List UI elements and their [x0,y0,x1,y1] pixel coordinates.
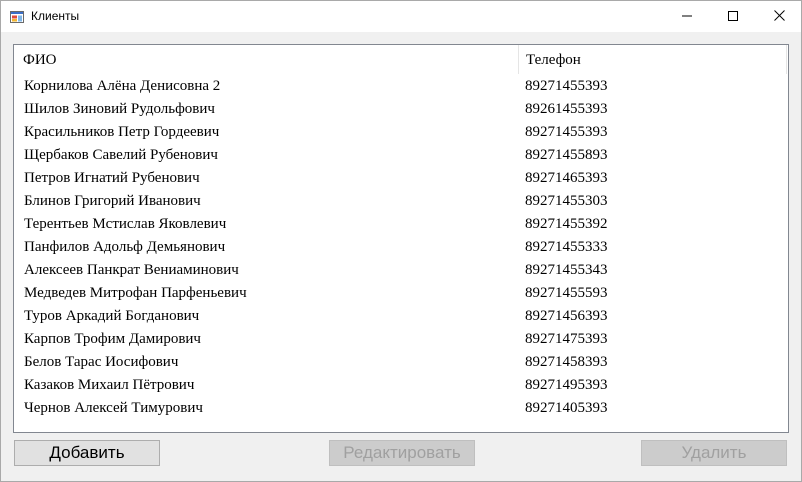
delete-button[interactable]: Удалить [641,440,787,466]
cell-name[interactable]: Шилов Зиновий Рудольфович [24,97,215,120]
cell-name[interactable]: Алексеев Панкрат Вениаминович [24,258,239,281]
cell-phone[interactable]: 89271475393 [525,327,608,350]
cell-phone[interactable]: 89271455893 [525,143,608,166]
cell-phone[interactable]: 89261455393 [525,97,608,120]
cell-name[interactable]: Корнилова Алёна Денисовна 2 [24,74,220,97]
close-icon [773,8,785,26]
add-button[interactable]: Добавить [14,440,160,466]
cell-phone[interactable]: 89271455333 [525,235,608,258]
cell-name[interactable]: Чернов Алексей Тимурович [24,396,203,419]
minimize-icon [682,8,692,26]
table-row[interactable]: Медведев Митрофан Парфеньевич 89271455593 [14,281,788,304]
table-row[interactable]: Терентьев Мстислав Яковлевич 89271455392 [14,212,788,235]
maximize-icon [728,8,738,26]
cell-phone[interactable]: 89271455393 [525,74,608,97]
cell-name[interactable]: Медведев Митрофан Парфеньевич [24,281,247,304]
cell-phone[interactable]: 89271455343 [525,258,608,281]
cell-name[interactable]: Терентьев Мстислав Яковлевич [24,212,226,235]
cell-name[interactable]: Панфилов Адольф Демьянович [24,235,225,258]
cell-name[interactable]: Щербаков Савелий Рубенович [24,143,218,166]
column-header-name[interactable]: ФИО [14,45,519,74]
clients-grid[interactable]: ФИО Телефон Корнилова Алёна Денисовна 2 8… [13,44,789,433]
table-row[interactable]: Чернов Алексей Тимурович 89271405393 [14,396,788,419]
table-row[interactable]: Красильников Петр Гордеевич 89271455393 [14,120,788,143]
clients-window: Клиенты ФИО Телефон Корнилова Алёна Дени… [0,0,802,482]
close-button[interactable] [756,1,802,32]
cell-name[interactable]: Карпов Трофим Дамирович [24,327,201,350]
cell-phone[interactable]: 89271456393 [525,304,608,327]
table-row[interactable]: Петров Игнатий Рубенович 89271465393 [14,166,788,189]
cell-phone[interactable]: 89271455393 [525,120,608,143]
column-header-phone[interactable]: Телефон [519,45,787,74]
windows-form-icon [10,9,24,23]
cell-phone[interactable]: 89271465393 [525,166,608,189]
cell-name[interactable]: Блинов Григорий Иванович [24,189,201,212]
table-row[interactable]: Панфилов Адольф Демьянович 89271455333 [14,235,788,258]
cell-name[interactable]: Белов Тарас Иосифович [24,350,178,373]
table-row[interactable]: Щербаков Савелий Рубенович 89271455893 [14,143,788,166]
table-row[interactable]: Алексеев Панкрат Вениаминович 89271455343 [14,258,788,281]
title-bar[interactable]: Клиенты [1,1,801,32]
maximize-button[interactable] [710,1,756,32]
table-row[interactable]: Туров Аркадий Богданович 89271456393 [14,304,788,327]
edit-button[interactable]: Редактировать [329,440,475,466]
minimize-button[interactable] [664,1,710,32]
cell-phone[interactable]: 89271495393 [525,373,608,396]
cell-phone[interactable]: 89271458393 [525,350,608,373]
cell-phone[interactable]: 89271455303 [525,189,608,212]
cell-phone[interactable]: 89271405393 [525,396,608,419]
table-row[interactable]: Корнилова Алёна Денисовна 2 89271455393 [14,74,788,97]
cell-phone[interactable]: 89271455392 [525,212,608,235]
table-row[interactable]: Шилов Зиновий Рудольфович 89261455393 [14,97,788,120]
grid-header: ФИО Телефон [14,45,788,74]
cell-name[interactable]: Туров Аркадий Богданович [24,304,199,327]
table-row[interactable]: Карпов Трофим Дамирович 89271475393 [14,327,788,350]
table-row[interactable]: Белов Тарас Иосифович 89271458393 [14,350,788,373]
window-title: Клиенты [31,9,80,23]
table-row[interactable]: Казаков Михаил Пётрович 89271495393 [14,373,788,396]
table-row[interactable]: Блинов Григорий Иванович 89271455303 [14,189,788,212]
cell-phone[interactable]: 89271455593 [525,281,608,304]
grid-rows: Корнилова Алёна Денисовна 2 89271455393 Ши… [14,74,788,419]
cell-name[interactable]: Красильников Петр Гордеевич [24,120,219,143]
cell-name[interactable]: Казаков Михаил Пётрович [24,373,194,396]
cell-name[interactable]: Петров Игнатий Рубенович [24,166,200,189]
